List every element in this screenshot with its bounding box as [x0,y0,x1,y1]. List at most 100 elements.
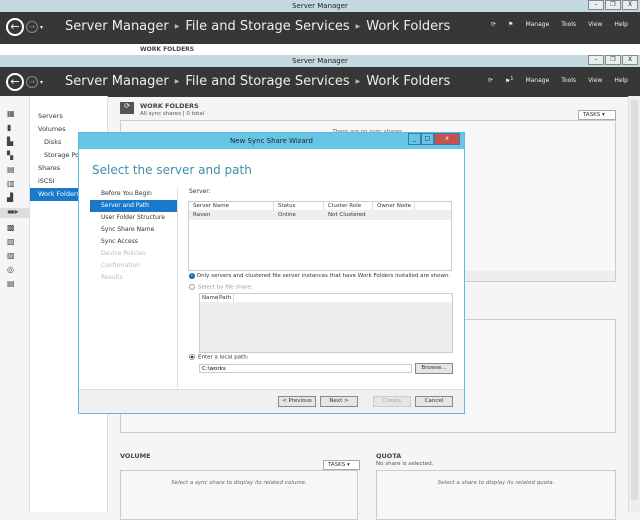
icon-rail: ▦ ▮ ▙ ▚ ▤ ▥ ▟ ▬▸ ▩ ▧ ▨ ◎ ▤ [0,96,30,512]
history-dropdown-icon[interactable]: ▾ [40,79,43,86]
step-device-policies: Device Policies [101,250,146,257]
dashboard-icon[interactable]: ▦ [7,110,17,118]
menu-help[interactable]: Help [614,21,628,28]
menu-tools[interactable]: Tools [561,77,576,84]
volume-tasks-dropdown[interactable]: TASKS ▾ [323,460,360,470]
column-path: Path [218,294,234,302]
breadcrumb-item[interactable]: Server Manager [65,19,169,34]
menu-manage[interactable]: Manage [525,21,549,28]
menu-help[interactable]: Help [614,77,628,84]
header: ← → ▾ Server Manager ▶ File and Storage Serv… [0,67,640,97]
refresh-icon[interactable]: ⟳ [488,77,493,84]
wizard-title: New Sync Share Wizard [230,137,313,145]
breadcrumb-item[interactable]: Server Manager [65,74,169,89]
vertical-scrollbar[interactable] [628,96,640,512]
cell-server-name: Raven [193,212,211,218]
ad-icon[interactable]: ▚ [7,152,17,160]
minimize-button[interactable]: – [588,55,604,65]
quota-title: QUOTA [376,452,402,460]
breadcrumb-item[interactable]: File and Storage Services [185,74,349,89]
forward-icon[interactable]: → [26,21,38,33]
quota-empty-message: Select a share to display its related qu… [437,480,555,486]
column-name: Name [202,294,219,302]
previous-button[interactable]: < Previous [278,396,316,407]
hyperv-icon[interactable]: ▩ [7,224,17,232]
server-table[interactable]: Server Name Status Cluster Role Owner Node … [188,201,452,271]
step-results: Results [101,274,123,281]
step-before-you-begin[interactable]: Before You Begin [90,188,177,200]
wizard-titlebar: New Sync Share Wizard _ □ x [79,133,464,149]
menu-view[interactable]: View [588,21,602,28]
wizard-close-button[interactable]: x [434,133,460,145]
work-folders-icon: ⟳ [120,102,134,114]
back-header: ← → ▾ Server Manager ▶ File and Storage Serv… [0,12,640,44]
next-button[interactable]: Next > [320,396,358,407]
forward-icon[interactable]: → [26,76,38,88]
menu-manage[interactable]: Manage [525,77,549,84]
create-button: Create [373,396,411,407]
dns-icon[interactable]: ▥ [7,180,17,188]
select-by-share-radio[interactable]: Select by file share: [189,284,252,291]
cell-status: Online [278,212,296,218]
local-path-input[interactable] [199,364,412,373]
cancel-button[interactable]: Cancel [415,396,453,407]
breadcrumb-item: Work Folders [366,74,451,89]
section-subtitle: All sync shares | 0 total [140,111,205,117]
back-icon[interactable]: ← [6,73,24,91]
step-server-and-path[interactable]: Server and Path [90,200,177,212]
back-section-title: WORK FOLDERS [140,46,195,53]
nav-servers[interactable]: Servers [30,110,107,123]
wizard-maximize-button[interactable]: □ [421,133,434,145]
wizard-minimize-button[interactable]: _ [408,133,421,145]
volume-empty-message: Select a sync share to display its relat… [171,480,307,486]
flag-icon[interactable]: ⚑1 [505,76,514,85]
notification-count: 1 [510,76,514,82]
close-button[interactable]: X [622,0,638,10]
wizard-heading: Select the server and path [92,163,252,177]
volume-title: VOLUME [120,452,151,460]
column-cluster-role[interactable]: Cluster Role [324,202,373,210]
menu-tools[interactable]: Tools [561,21,576,28]
server-label: Server: [189,188,211,195]
step-confirmation: Confirmation [101,262,140,269]
quota-subtitle: No share is selected. [376,461,434,467]
volume-panel: Select a sync share to display its relat… [120,470,358,520]
wizard-steps: Before You Begin Server and Path User Fo… [90,188,178,388]
misc-icon[interactable]: ▤ [7,280,17,288]
rds-icon[interactable]: ▨ [7,252,17,260]
close-button[interactable]: X [622,55,638,65]
browse-button[interactable]: Browse... [415,363,453,374]
section-title: WORK FOLDERS [140,102,199,110]
menu-view[interactable]: View [588,77,602,84]
minimize-button[interactable]: – [588,0,604,10]
file-icon[interactable]: ▟ [7,194,17,202]
all-servers-icon[interactable]: ▙ [7,138,17,146]
local-path-radio[interactable]: Enter a local path: [189,354,249,361]
wsus-icon[interactable]: ◎ [7,266,17,274]
refresh-icon[interactable]: ⟳ [491,21,496,28]
breadcrumb-item[interactable]: File and Storage Services [185,19,349,34]
back-icon[interactable]: ← [6,18,24,36]
dhcp-icon[interactable]: ▤ [7,166,17,174]
local-server-icon[interactable]: ▮ [7,124,17,132]
cell-owner-node [373,211,415,220]
flag-icon[interactable]: ⚑ [508,21,513,28]
column-server-name[interactable]: Server Name [189,202,274,210]
wizard-footer: < Previous Next > Create Cancel [79,389,464,413]
tasks-dropdown[interactable]: TASKS ▾ [578,110,616,120]
iis-icon[interactable]: ▧ [7,238,17,246]
step-sync-access[interactable]: Sync Access [90,236,177,248]
maximize-button[interactable]: ❐ [605,55,621,65]
step-sync-share-name[interactable]: Sync Share Name [90,224,177,236]
column-status[interactable]: Status [274,202,324,210]
column-owner-node[interactable]: Owner Node [373,202,415,210]
breadcrumb-item: Work Folders [366,19,451,34]
table-row[interactable]: Raven Online Not Clustered [189,211,451,220]
back-content: WORK FOLDERS [0,44,640,55]
cell-cluster-role: Not Clustered [328,212,366,218]
file-storage-icon[interactable]: ▬▸ [0,208,30,218]
window-title: Server Manager [292,57,348,65]
maximize-button[interactable]: ❐ [605,0,621,10]
step-user-folder-structure[interactable]: User Folder Structure [90,212,177,224]
info-icon: i [189,273,195,279]
